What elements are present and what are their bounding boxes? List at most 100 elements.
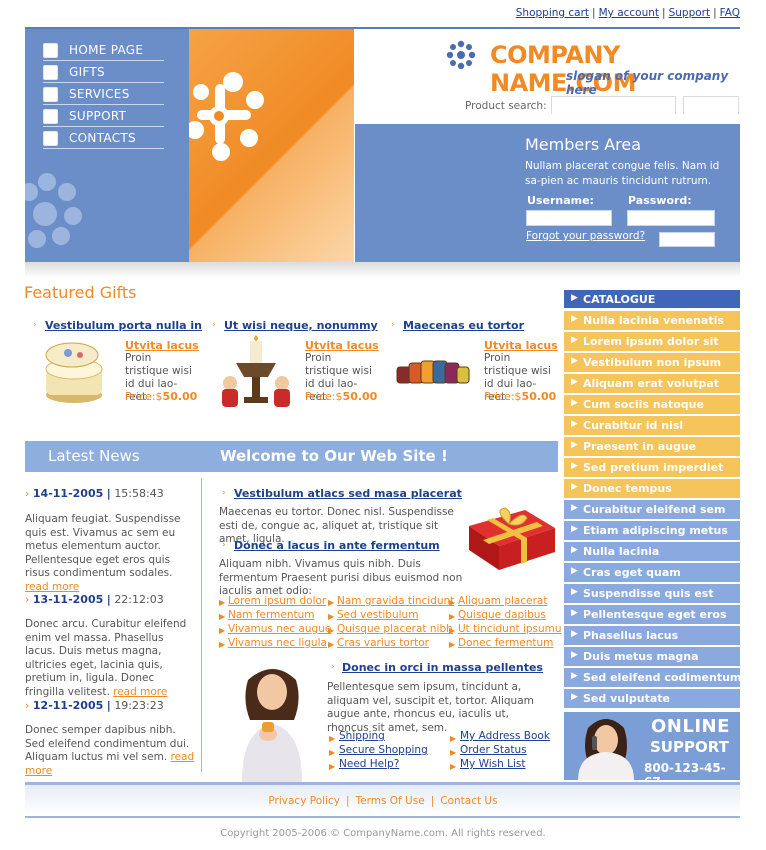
wish-list-link[interactable]: My Wish List <box>460 758 526 770</box>
featured-item-subtitle[interactable]: Utvita lacus <box>305 339 379 352</box>
catalogue-item-label: Lorem ipsum dolor sit <box>583 335 719 348</box>
bullet-icon: ▶ <box>450 734 457 743</box>
welcome-link[interactable]: Lorem ipsum dolor <box>228 595 326 607</box>
welcome-link[interactable]: Quisque placerat nibh <box>337 623 453 635</box>
search-label: Product search: <box>465 100 547 112</box>
online-support-banner[interactable]: ONLINE SUPPORT 800-123-45-67 <box>564 712 740 780</box>
nav-item-support[interactable]: SUPPORT <box>43 105 164 127</box>
nav-item-services[interactable]: SERVICES <box>43 83 164 105</box>
welcome-heading[interactable]: Donec in orci in massa pellentes <box>342 661 543 674</box>
bullet-icon: ▶ <box>219 612 226 621</box>
support-phone: 800-123-45-67 <box>644 761 726 780</box>
welcome-link[interactable]: Donec fermentum <box>458 637 553 649</box>
secure-shopping-link[interactable]: Secure Shopping <box>339 744 428 756</box>
welcome-link[interactable]: Nam gravida tincidunt <box>337 595 454 607</box>
nav-item-home[interactable]: HOME PAGE <box>43 39 164 61</box>
arrow-icon: › <box>222 488 226 498</box>
welcome-link[interactable]: Vivamus nec ligula <box>228 637 327 649</box>
orange-decor-panel <box>189 29 354 262</box>
password-field[interactable] <box>627 210 715 226</box>
catalogue-item[interactable]: ▶ Suspendisse quis est <box>564 584 740 603</box>
order-status-link[interactable]: Order Status <box>460 744 527 756</box>
featured-item-title[interactable]: Vestibulum porta nulla in <box>45 319 202 332</box>
catalogue-item[interactable]: ▶ Etiam adipiscing metus <box>564 521 740 540</box>
arrow-icon: › <box>222 540 226 550</box>
catalogue-item-label: Aliquam erat volutpat <box>583 377 720 390</box>
catalogue-item[interactable]: ▶ Pellentesque eget eros <box>564 605 740 624</box>
members-description: Nullam placerat congue felis. Nam id sa-… <box>525 160 720 187</box>
featured-item-subtitle[interactable]: Utvita lacus <box>125 339 199 352</box>
news-welcome-bar: Latest News Welcome to Our Web Site ! <box>25 441 558 472</box>
shopping-cart-link[interactable]: Shopping cart <box>516 7 589 19</box>
catalogue-item[interactable]: ▶ Cras eget quam <box>564 563 740 582</box>
bullet-icon: ▶ <box>329 734 336 743</box>
featured-item-title[interactable]: Ut wisi neque, nonummy <box>224 319 378 332</box>
catalogue-item[interactable]: ▶ Duis metus magna <box>564 647 740 666</box>
read-more-link[interactable]: read more <box>113 686 167 698</box>
catalogue-item[interactable]: ▶ Cum sociis natoque <box>564 395 740 414</box>
search-input[interactable] <box>551 96 676 114</box>
catalogue-item[interactable]: ▶ Sed pretium imperdiet <box>564 458 740 477</box>
arrow-icon: ▶ <box>571 650 578 660</box>
woman-photo-image <box>242 669 302 782</box>
jewelry-box-image <box>45 342 103 403</box>
welcome-heading[interactable]: Donec a lacus in ante fermentum <box>234 539 440 552</box>
welcome-link[interactable]: Nam fermentum <box>228 609 315 621</box>
catalogue-item[interactable]: ▶ Phasellus lacus <box>564 626 740 645</box>
username-label: Username: <box>527 194 594 207</box>
catalogue-item-label: Phasellus lacus <box>583 629 679 642</box>
copyright: Copyright 2005-2006 © CompanyName.com. A… <box>220 828 546 839</box>
news-date: › 14-11-2005 | 15:58:43 <box>25 487 164 500</box>
catalogue-item[interactable]: ▶ Lorem ipsum dolor sit <box>564 332 740 351</box>
catalogue-item[interactable]: ▶ Vestibulum non ipsum <box>564 353 740 372</box>
my-account-link[interactable]: My account <box>599 7 659 19</box>
terms-link[interactable]: Terms Of Use <box>356 795 425 807</box>
nav-checkbox-icon <box>43 43 58 58</box>
catalogue-item[interactable]: ▶ Curabitur eleifend sem <box>564 500 740 519</box>
featured-item-subtitle[interactable]: Utvita lacus <box>484 339 558 352</box>
featured-item-title[interactable]: Maecenas eu tortor <box>403 319 524 332</box>
read-more-link[interactable]: read more <box>25 581 79 593</box>
arrow-icon: ▶ <box>571 671 578 681</box>
welcome-link[interactable]: Vivamus nec augue <box>228 623 331 635</box>
forgot-password-link[interactable]: Forgot your password? <box>526 230 645 242</box>
catalogue-item[interactable]: ▶ Nulla lacinia venenatis <box>564 311 740 330</box>
catalogue-item[interactable]: ▶ Sed vulputate <box>564 689 740 708</box>
catalogue-item[interactable]: ▶ Nulla lacinia <box>564 542 740 561</box>
catalogue-item[interactable]: ▶ Sed eleifend codimentum <box>564 668 741 687</box>
arrow-icon: ▶ <box>571 545 578 555</box>
support-label: SUPPORT <box>650 738 729 756</box>
shipping-link[interactable]: Shipping <box>339 730 385 742</box>
catalogue-item[interactable]: ▶ Curabitur id nisl <box>564 416 740 435</box>
arrow-icon: ▶ <box>571 692 578 702</box>
catalogue-item[interactable]: ▶ Praesent in augue <box>564 437 740 456</box>
username-field[interactable] <box>526 210 612 226</box>
catalogue-item[interactable]: ▶ Aliquam erat volutpat <box>564 374 740 393</box>
address-book-link[interactable]: My Address Book <box>460 730 550 742</box>
nav-panel: HOME PAGE GIFTS SERVICES SUPPORT CONTACT… <box>25 29 189 262</box>
catalogue-item[interactable]: ▶ Donec tempus <box>564 479 740 498</box>
faq-link[interactable]: FAQ <box>720 7 740 19</box>
nav-item-gifts[interactable]: GIFTS <box>43 61 164 83</box>
need-help-link[interactable]: Need Help? <box>339 758 399 770</box>
login-button[interactable] <box>659 232 715 247</box>
arrow-icon: ▶ <box>571 398 578 408</box>
catalogue-item-label: Nulla lacinia <box>583 545 660 558</box>
welcome-title: Welcome to Our Web Site ! <box>220 447 448 465</box>
support-link[interactable]: Support <box>669 7 711 19</box>
bullet-icon: ▶ <box>219 598 226 607</box>
welcome-heading[interactable]: Vestibulum atlacs sed masa placerat <box>234 487 462 500</box>
welcome-link[interactable]: Sed vestibulum <box>337 609 418 621</box>
welcome-link[interactable]: Quisque dapibus <box>458 609 546 621</box>
bullet-icon: ▶ <box>449 598 456 607</box>
catalogue-item-label: Etiam adipiscing metus <box>583 524 728 537</box>
privacy-policy-link[interactable]: Privacy Policy <box>268 795 340 807</box>
contact-us-link[interactable]: Contact Us <box>440 795 497 807</box>
welcome-link[interactable]: Aliquam placerat <box>458 595 547 607</box>
bullet-icon: ▶ <box>328 612 335 621</box>
nav-label: GIFTS <box>69 65 105 79</box>
welcome-link[interactable]: Cras varius tortor <box>337 637 429 649</box>
welcome-link[interactable]: Ut tincidunt ipsumu <box>458 623 562 635</box>
featured-item-price: Price:$50.00 <box>484 390 557 403</box>
search-button[interactable] <box>683 96 739 114</box>
